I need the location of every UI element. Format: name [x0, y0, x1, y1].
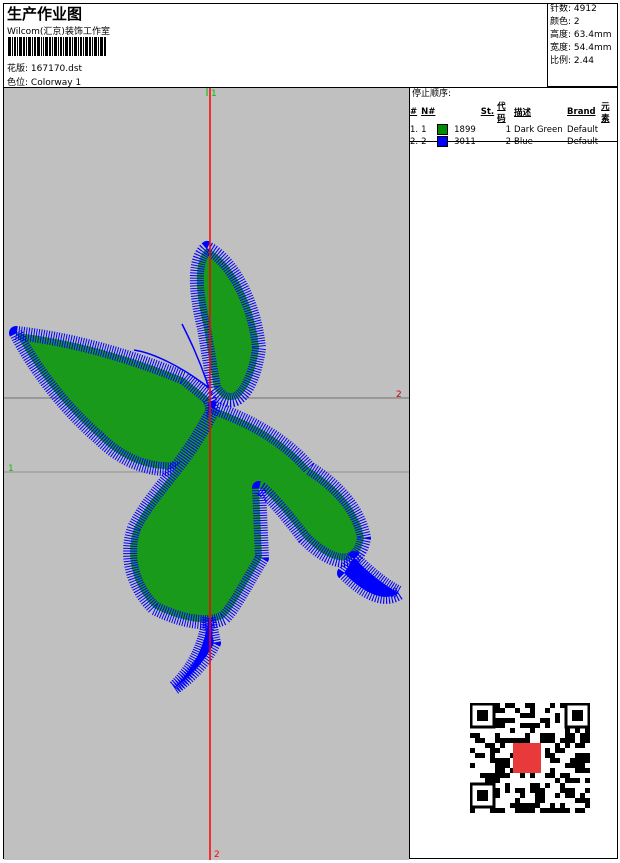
color-swatch [437, 136, 449, 147]
color-table: # N# St. 代码 描述 Brand 元素 1. 1 1899 1 Dark Green Def… [410, 100, 618, 148]
divider [409, 88, 410, 859]
stat-colors: 颜色: 2 [550, 17, 580, 27]
table-header: # N# St. 代码 描述 Brand 元素 [410, 102, 610, 124]
table-row: 2. 2 3011 2 Blue Default [410, 136, 599, 147]
guide-label: 1 [211, 89, 217, 99]
stat-stitches: 针数: 4912 [550, 4, 597, 14]
stop-sequence-title: 停止顺序: [412, 89, 452, 99]
stat-width: 宽度: 54.4mm [550, 43, 612, 53]
barcode [8, 37, 106, 56]
stat-scale: 比例: 2.44 [550, 56, 594, 66]
page-title: 生产作业图 [7, 5, 83, 23]
stamp-logo [513, 743, 541, 773]
color-swatch [437, 124, 449, 135]
guide-label: 2 [396, 390, 402, 400]
guide-label: 1 [8, 464, 14, 474]
guide-label: 2 [214, 850, 220, 860]
stats-panel: 针数: 4912 颜色: 2 高度: 63.4mm 宽度: 54.4mm 比例:… [547, 3, 618, 87]
qr-code [469, 702, 591, 813]
stat-height: 高度: 63.4mm [550, 30, 612, 40]
studio-name: Wilcom(汇京)装饰工作室 [7, 27, 110, 37]
design-canvas[interactable]: 1 2 2 1 [4, 88, 409, 860]
design-file: 花版: 167170.dst [7, 64, 83, 74]
stop-sequence: 停止顺序: # N# St. 代码 描述 Brand 元素 1. 1 1899 1 Dark Gr… [410, 88, 618, 148]
table-row: 1. 1 1899 1 Dark Green Default [410, 124, 599, 135]
butterfly-design [9, 241, 406, 695]
